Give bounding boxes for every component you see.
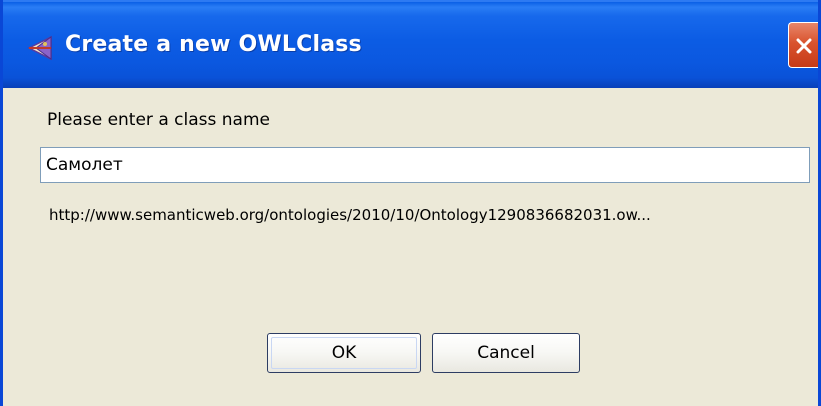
ok-button[interactable]: OK <box>267 333 421 373</box>
create-owlclass-dialog: Create a new OWLClass Please enter a cla… <box>0 0 821 406</box>
ok-button-label: OK <box>331 343 357 363</box>
close-button[interactable] <box>788 22 818 68</box>
class-name-input[interactable] <box>40 147 810 183</box>
close-icon <box>796 38 812 54</box>
class-iri-preview: http://www.semanticweb.org/ontologies/20… <box>49 206 651 224</box>
dialog-body: Please enter a class name http://www.sem… <box>3 88 818 406</box>
cancel-button-label: Cancel <box>477 343 535 363</box>
class-name-prompt: Please enter a class name <box>47 110 270 130</box>
protege-owl-icon <box>27 35 53 61</box>
window-title: Create a new OWLClass <box>65 32 362 57</box>
cancel-button[interactable]: Cancel <box>432 333 580 373</box>
title-bar[interactable]: Create a new OWLClass <box>3 0 818 88</box>
